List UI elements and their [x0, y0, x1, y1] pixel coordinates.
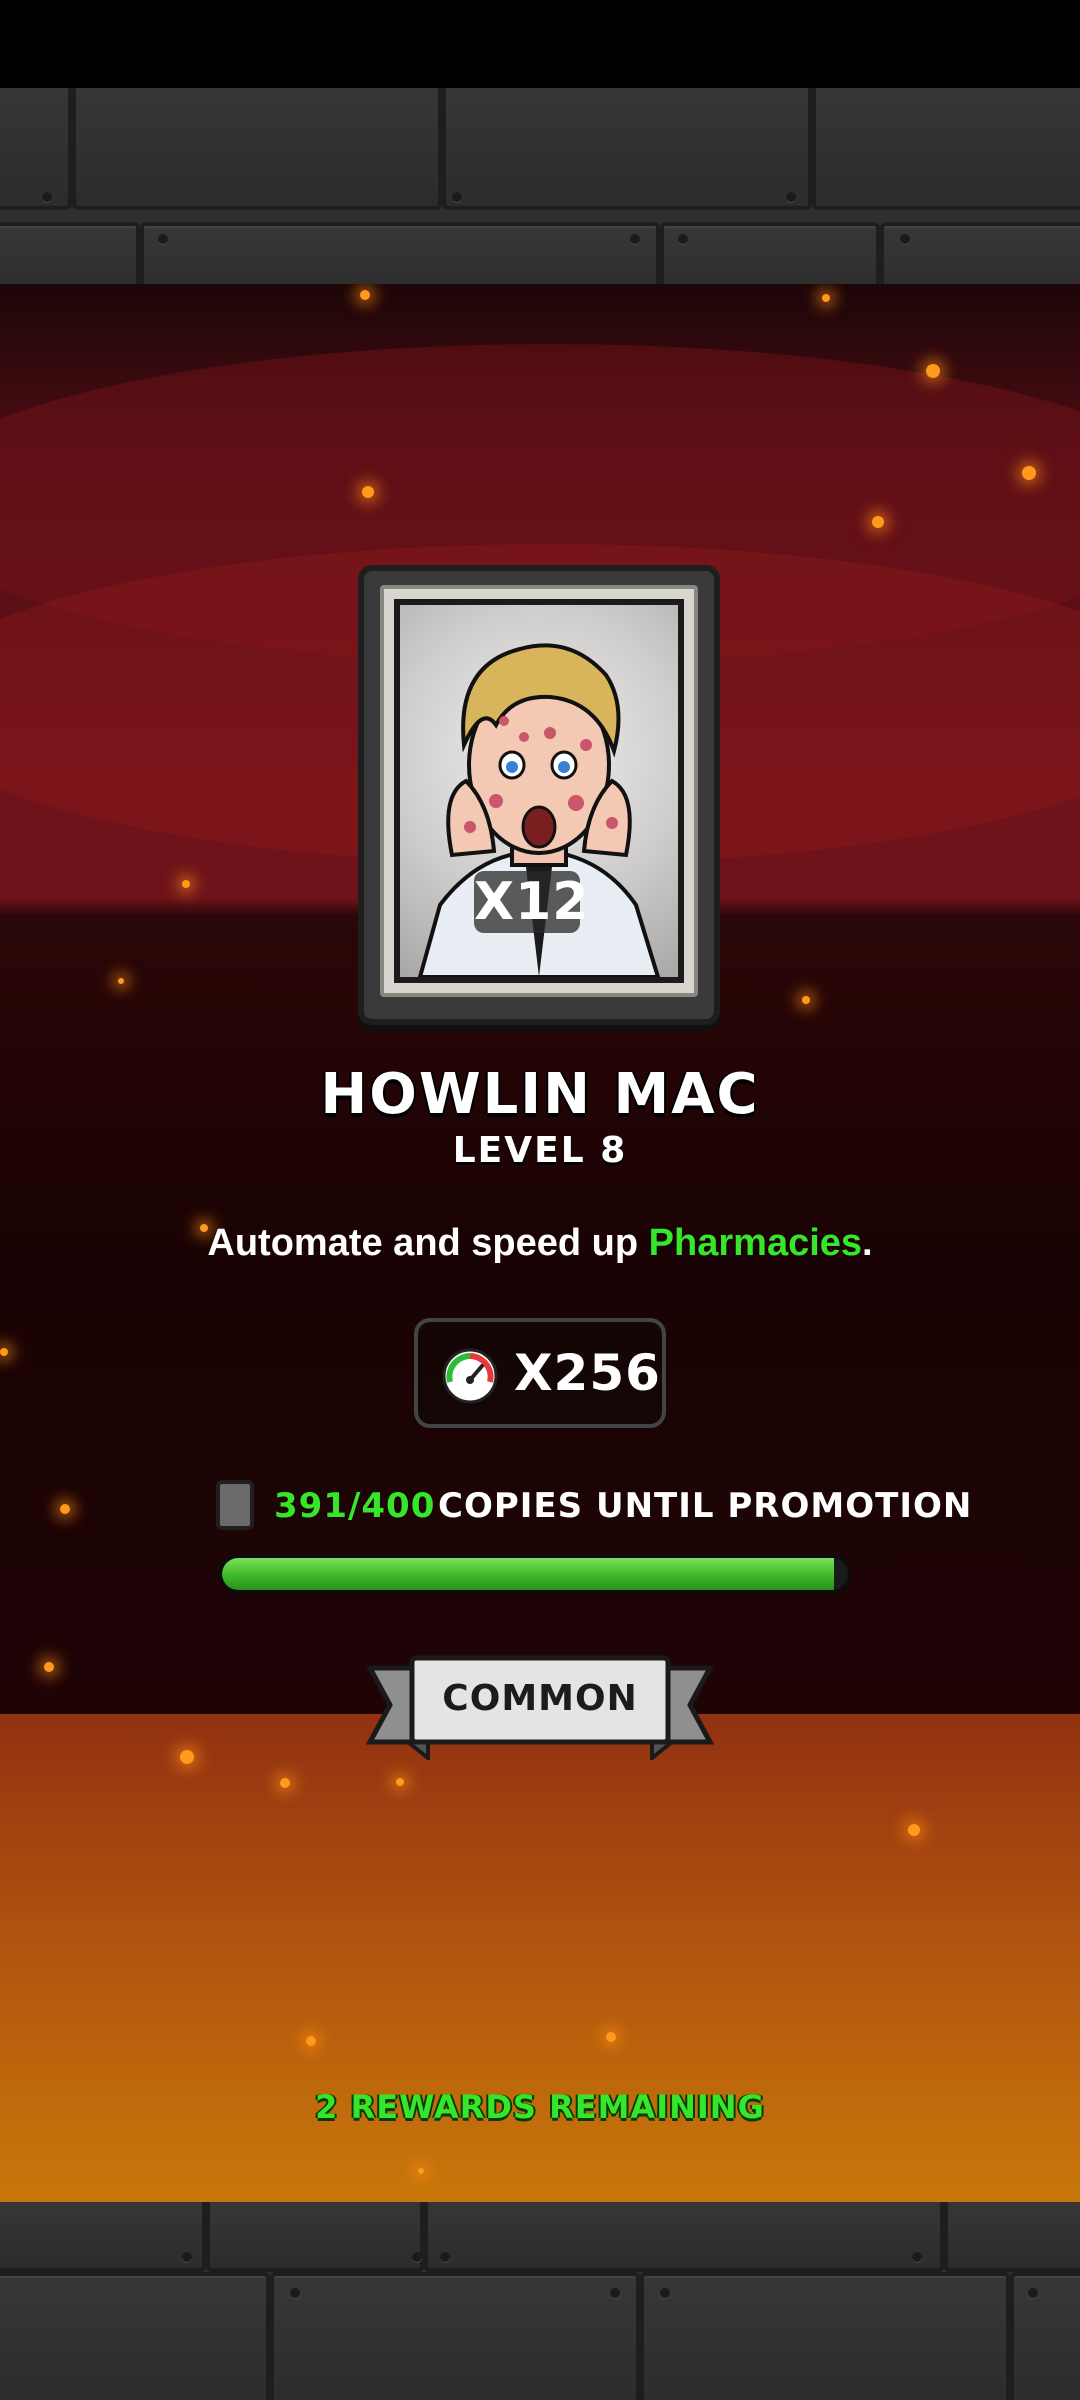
copies-count: 391/400 [274, 1486, 436, 1526]
boost-multiplier-box: X256 [414, 1318, 666, 1428]
ember [872, 516, 884, 528]
card-count-badge: X12 [474, 871, 590, 933]
ember [802, 996, 810, 1004]
ember [418, 2168, 424, 2174]
status-bar [0, 0, 1080, 88]
boost-value: X256 [514, 1344, 661, 1402]
ember [360, 290, 370, 300]
rarity-label: COMMON [442, 1678, 638, 1719]
top-metal-panel [0, 88, 1080, 284]
copies-label: COPIES UNTIL PROMOTION [438, 1486, 973, 1526]
ember [180, 1750, 194, 1764]
card-frame[interactable]: X12 [358, 565, 720, 1025]
copies-row: 391/400 COPIES UNTIL PROMOTION [216, 1478, 971, 1538]
card-description: Automate and speed up Pharmacies. [0, 1222, 1080, 1265]
ember [606, 2032, 616, 2042]
ember [306, 2036, 316, 2046]
promotion-progress-bar [218, 1554, 852, 1594]
promotion-progress-fill [222, 1558, 834, 1590]
description-highlight: Pharmacies [648, 1222, 863, 1264]
description-prefix: Automate and speed up [207, 1222, 649, 1264]
description-suffix: . [862, 1222, 873, 1264]
ember [118, 978, 124, 984]
bottom-metal-panel [0, 2202, 1080, 2400]
rewards-remaining: 2 REWARDS REMAINING [315, 2088, 765, 2126]
card-level: LEVEL 8 [452, 1130, 628, 1171]
ember [362, 486, 374, 498]
card-inner-border: X12 [380, 585, 698, 997]
card-copy-icon [216, 1480, 254, 1530]
ember [44, 1662, 54, 1672]
ember [926, 364, 940, 378]
ember [280, 1778, 290, 1788]
ember [182, 880, 190, 888]
ember [0, 1348, 8, 1356]
card-name: HOWLIN MAC [320, 1062, 760, 1127]
ember [822, 294, 830, 302]
ember [396, 1778, 404, 1786]
ember [908, 1824, 920, 1836]
speedometer-icon [442, 1348, 498, 1404]
ember [1022, 466, 1036, 480]
ember [60, 1504, 70, 1514]
rarity-ribbon: COMMON [364, 1650, 716, 1763]
